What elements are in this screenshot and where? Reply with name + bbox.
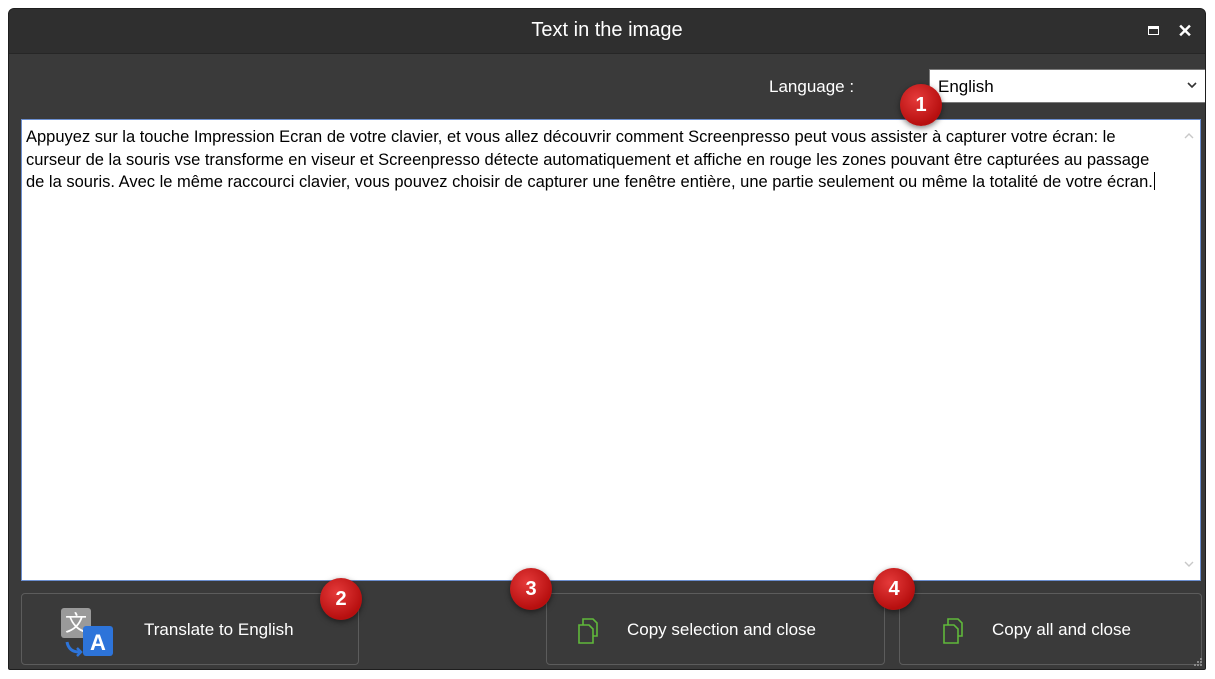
window-title: Text in the image [531,19,683,41]
callout-badge-4: 4 [873,568,915,610]
maximize-button[interactable] [1143,21,1163,41]
recognized-text-area[interactable]: Appuyez sur la touche Impression Ecran d… [21,119,1201,581]
callout-badge-3: 3 [510,568,552,610]
svg-text:A: A [90,630,106,655]
scroll-up-icon[interactable] [1183,130,1195,142]
chevron-down-icon [1187,82,1197,89]
close-button[interactable]: ✕ [1175,21,1195,41]
copy-all-button[interactable]: Copy all and close [899,593,1202,665]
scroll-down-icon[interactable] [1183,558,1195,570]
title-bar[interactable]: Text in the image ✕ [9,9,1205,54]
close-icon: ✕ [1177,21,1193,41]
resize-grip-icon[interactable] [1193,657,1203,667]
copy-selection-button[interactable]: Copy selection and close [546,593,885,665]
language-select[interactable]: English [929,69,1205,103]
translate-button[interactable]: 文 A Translate to English [21,593,359,665]
callout-badge-2: 2 [320,578,362,620]
copy-icon [943,618,963,644]
translate-icon: 文 A [61,608,113,657]
callout-badge-1: 1 [900,84,942,126]
recognized-text: Appuyez sur la touche Impression Ecran d… [26,128,1154,191]
text-caret [1153,172,1155,190]
vertical-scrollbar[interactable] [1178,120,1200,580]
copy-icon [578,618,598,644]
text-in-image-dialog: Text in the image ✕ Language : English A… [8,8,1206,670]
copy-selection-button-label: Copy selection and close [627,620,817,639]
maximize-icon [1147,26,1159,35]
language-selected-value: English [938,77,994,96]
translate-button-label: Translate to English [144,620,294,639]
copy-all-button-label: Copy all and close [992,620,1131,639]
language-label: Language : [769,77,855,96]
